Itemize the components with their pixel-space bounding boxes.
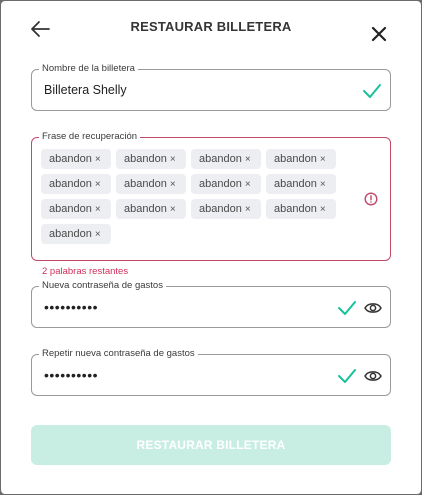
exclamation-circle-icon — [364, 192, 378, 206]
remove-word-icon[interactable]: × — [170, 179, 176, 190]
repeat-password-input[interactable]: •••••••••• — [44, 367, 98, 383]
new-password-label: Nueva contraseña de gastos — [39, 280, 166, 292]
remove-word-icon[interactable]: × — [245, 154, 251, 165]
recovery-word-text: abandon — [199, 153, 242, 165]
remove-word-icon[interactable]: × — [95, 229, 101, 240]
repeat-password-label: Repetir nueva contraseña de gastos — [39, 348, 198, 360]
recovery-word-text: abandon — [274, 178, 317, 190]
recovery-word-text: abandon — [49, 178, 92, 190]
remove-word-icon[interactable]: × — [320, 204, 326, 215]
recovery-word-chip: abandon × — [191, 149, 261, 169]
repeat-password-field[interactable]: Repetir nueva contraseña de gastos •••••… — [31, 348, 391, 396]
remove-word-icon[interactable]: × — [170, 154, 176, 165]
recovery-word-text: abandon — [49, 228, 92, 240]
recovery-word-chip: abandon × — [266, 174, 336, 194]
remove-word-icon[interactable]: × — [95, 204, 101, 215]
recovery-word-text: abandon — [124, 203, 167, 215]
dialog-title: RESTAURAR BILLETERA — [130, 19, 292, 34]
recovery-word-text: abandon — [199, 203, 242, 215]
recovery-word-chip: abandon × — [41, 224, 111, 244]
recovery-word-chip: abandon × — [116, 174, 186, 194]
recovery-word-chip: abandon × — [266, 149, 336, 169]
recovery-word-chip: abandon × — [116, 149, 186, 169]
recovery-word-chip: abandon × — [116, 199, 186, 219]
close-icon — [371, 26, 387, 42]
recovery-word-text: abandon — [49, 203, 92, 215]
new-password-field[interactable]: Nueva contraseña de gastos •••••••••• — [31, 280, 391, 328]
remove-word-icon[interactable]: × — [320, 179, 326, 190]
recovery-word-chip: abandon × — [266, 199, 336, 219]
recovery-word-text: abandon — [49, 153, 92, 165]
recovery-word-chip: abandon × — [41, 174, 111, 194]
wallet-name-input[interactable]: Billetera Shelly — [44, 83, 127, 97]
close-button[interactable] — [370, 25, 388, 43]
remaining-words-error: 2 palabras restantes — [42, 266, 129, 277]
recovery-word-text: abandon — [274, 153, 317, 165]
restore-wallet-button[interactable]: RESTAURAR BILLETERA — [31, 425, 391, 465]
wallet-name-label: Nombre de la billetera — [39, 63, 138, 75]
remove-word-icon[interactable]: × — [245, 204, 251, 215]
checkmark-icon — [338, 301, 356, 315]
restore-wallet-dialog: RESTAURAR BILLETERA Nombre de la billete… — [1, 1, 421, 494]
eye-icon[interactable] — [364, 369, 382, 383]
recovery-word-text: abandon — [199, 178, 242, 190]
recovery-word-text: abandon — [124, 153, 167, 165]
recovery-word-chip: abandon × — [41, 149, 111, 169]
eye-icon[interactable] — [364, 301, 382, 315]
checkmark-icon — [363, 84, 381, 98]
recovery-word-chip: abandon × — [41, 199, 111, 219]
remove-word-icon[interactable]: × — [245, 179, 251, 190]
recovery-word-chip: abandon × — [191, 174, 261, 194]
remove-word-icon[interactable]: × — [320, 154, 326, 165]
wallet-name-field[interactable]: Nombre de la billetera Billetera Shelly — [31, 63, 391, 111]
recovery-phrase-field[interactable]: Frase de recuperación abandon × abandon × ab… — [31, 131, 391, 261]
checkmark-icon — [338, 369, 356, 383]
recovery-phrase-label: Frase de recuperación — [39, 131, 141, 143]
remove-word-icon[interactable]: × — [170, 204, 176, 215]
new-password-input[interactable]: •••••••••• — [44, 299, 98, 315]
recovery-word-chip: abandon × — [191, 199, 261, 219]
remove-word-icon[interactable]: × — [95, 154, 101, 165]
recovery-word-text: abandon — [274, 203, 317, 215]
recovery-word-text: abandon — [124, 178, 167, 190]
remove-word-icon[interactable]: × — [95, 179, 101, 190]
